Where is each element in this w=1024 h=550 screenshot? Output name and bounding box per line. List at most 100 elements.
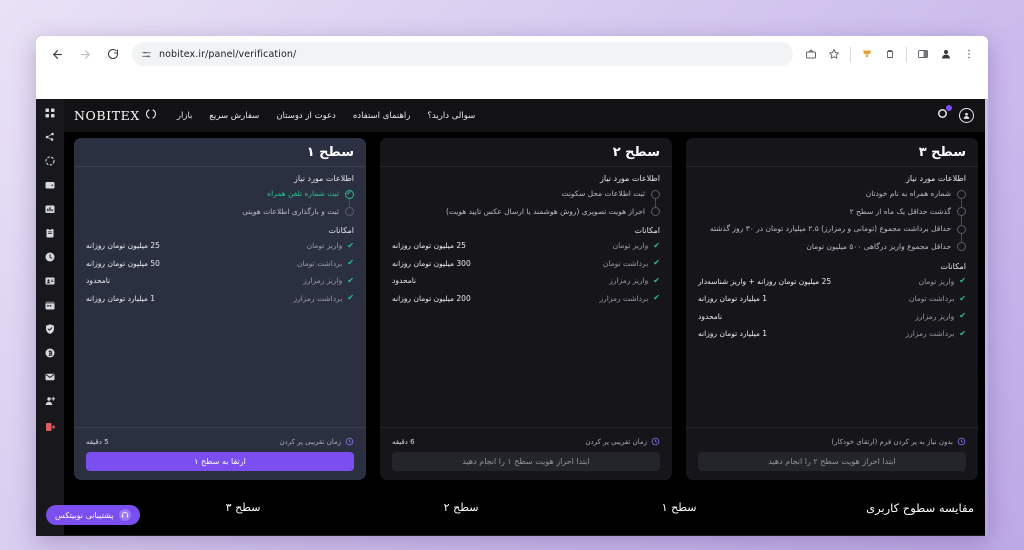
extension-icon[interactable] <box>879 43 901 65</box>
forward-button[interactable] <box>72 41 98 67</box>
tune-icon[interactable] <box>141 49 152 60</box>
requirements-list-2: ثبت اطلاعات محل سکونت احراز هویت تصویری … <box>392 188 660 217</box>
time-label: زمان تقریبی پر کردن <box>279 437 341 446</box>
circle-pending-icon <box>344 207 354 217</box>
level-1-upgrade-button[interactable]: ارتقا به سطح ۱ <box>86 452 354 471</box>
level-3-cta-button[interactable]: ابتدا احراز هویت سطح ۲ را انجام دهید <box>698 452 966 471</box>
nav-link-invite[interactable]: دعوت از دوستان <box>276 111 336 121</box>
envelope-icon[interactable] <box>40 367 60 387</box>
side-panel-icon[interactable] <box>912 43 934 65</box>
level-2-cta-button[interactable]: ابتدا احراز هویت سطح ۱ را انجام دهید <box>392 452 660 471</box>
chrome-menu-icon[interactable] <box>958 43 980 65</box>
address-bar[interactable]: nobitex.ir/panel/verification/ <box>132 42 793 66</box>
notification-icon[interactable] <box>935 104 953 125</box>
circle-pending-icon <box>956 207 966 217</box>
url-text: nobitex.ir/panel/verification/ <box>159 48 297 60</box>
feature-name-wrap: ✔ واریز تومان <box>919 277 966 286</box>
browser-window: nobitex.ir/panel/verification/ سوالی دار… <box>36 36 988 536</box>
feature-value: نامحدود <box>86 276 111 286</box>
profile-icon[interactable] <box>935 43 957 65</box>
circle-pending-icon <box>956 242 966 252</box>
time-value: بدون نیاز به پر کردن فرم (ارتقای خودکار) <box>831 437 953 446</box>
bitcoin-coin-icon[interactable] <box>40 343 60 363</box>
level-card-2-title: سطح ۲ <box>612 145 660 160</box>
requirement-item: ثبت اطلاعات محل سکونت <box>392 188 660 200</box>
circle-dashed-icon[interactable] <box>40 151 60 171</box>
feature-row: ✔ برداشت تومان 300 میلیون تومان روزانه <box>392 259 660 268</box>
feature-name-wrap: ✔ واریز تومان <box>307 241 354 250</box>
level-card-1-title: سطح ۱ <box>306 145 354 160</box>
user-circle-icon[interactable] <box>959 108 974 123</box>
check-icon: ✔ <box>653 293 660 303</box>
tab-level-1[interactable]: سطح ۱ <box>570 501 788 514</box>
time-label-wrap: زمان تقریبی پر کردن <box>279 437 354 446</box>
reload-button[interactable] <box>100 41 126 67</box>
time-row-2: زمان تقریبی پر کردن 6 دقیقه <box>392 437 660 446</box>
brand-logo[interactable]: NOBITEX <box>74 108 157 123</box>
feature-row: ✔ برداشت تومان 50 میلیون تومان روزانه <box>86 259 354 268</box>
time-value: 6 دقیقه <box>392 437 415 446</box>
time-label: زمان تقریبی پر کردن <box>585 437 647 446</box>
check-icon: ✔ <box>347 258 354 268</box>
feature-value: نامحدود <box>392 276 417 286</box>
tab-level-2[interactable]: سطح ۲ <box>352 501 570 514</box>
calendar-icon[interactable] <box>40 295 60 315</box>
shield-check-icon[interactable] <box>40 319 60 339</box>
nav-link-guide[interactable]: راهنمای استفاده <box>353 111 411 121</box>
id-card-icon[interactable] <box>40 271 60 291</box>
nav-link-quick-order[interactable]: سفارش سریع <box>209 111 259 121</box>
nav-link-support[interactable]: سوالی دارید؟ <box>427 111 475 121</box>
history-clock-icon[interactable] <box>40 247 60 267</box>
dashboard-grid-icon[interactable] <box>40 103 60 123</box>
clock-icon <box>651 437 660 446</box>
nav-link-market[interactable]: بازار <box>177 111 193 121</box>
navbar-links: سوالی دارید؟ راهنمای استفاده دعوت از دوس… <box>177 111 475 121</box>
app-content: سوالی دارید؟ راهنمای استفاده دعوت از دوس… <box>64 99 988 536</box>
level-card-1-footer: زمان تقریبی پر کردن 5 دقیقه ارتقا به سطح… <box>74 427 366 480</box>
feature-name: برداشت تومان <box>908 294 955 303</box>
add-user-icon[interactable] <box>40 391 60 411</box>
feature-row: ✔ برداشت رمزارز 200 میلیون تومان روزانه <box>392 294 660 303</box>
toolbar-divider <box>850 46 851 62</box>
requirement-text: ثبت شماره تلفن همراه <box>267 189 339 198</box>
feature-value: 25 میلیون تومان روزانه + واریز شناسه‌دار <box>698 276 832 286</box>
network-share-icon[interactable] <box>40 127 60 147</box>
bookmark-star-icon[interactable] <box>823 43 845 65</box>
logout-icon[interactable] <box>40 417 60 437</box>
level-card-3-body: اطلاعات مورد نیاز شماره همراه به نام خود… <box>686 167 978 427</box>
requirement-item: احراز هویت تصویری (روش هوشمند یا ارسال ع… <box>392 206 660 218</box>
time-value: 5 دقیقه <box>86 437 109 446</box>
share-icon[interactable] <box>800 43 822 65</box>
level-card-2: سطح ۲ اطلاعات مورد نیاز ثبت اطلاعات محل … <box>380 138 672 480</box>
feature-value: 50 میلیون تومان روزانه <box>86 258 160 268</box>
clock-icon <box>345 437 354 446</box>
levels-cards-row: سطح ۳ اطلاعات مورد نیاز شماره همراه به ن… <box>64 132 988 480</box>
bar-chart-icon[interactable] <box>40 199 60 219</box>
feature-row: ✔ واریز تومان 25 میلیون تومان روزانه <box>392 241 660 250</box>
feature-name: واریز تومان <box>306 241 343 251</box>
extension-puzzle-icon[interactable] <box>856 43 878 65</box>
side-rail <box>36 99 64 536</box>
clipboard-icon[interactable] <box>40 223 60 243</box>
comparison-tabs: سطح ۱ سطح ۲ سطح ۳ <box>134 501 788 514</box>
requirements-list-3: شماره همراه به نام خودتان گذشت حداقل یک … <box>698 188 966 253</box>
feature-name: واریز تومان <box>918 276 955 286</box>
feature-name-wrap: ✔ برداشت رمزارز <box>294 294 355 303</box>
check-icon: ✔ <box>653 240 660 250</box>
requirement-item: شماره همراه به نام خودتان <box>698 188 966 200</box>
requirement-text: حداقل برداشت مجموع (تومانی و رمزارز) ۲.۵… <box>709 224 951 234</box>
feature-row: ✔ واریز رمزارز نامحدود <box>86 276 354 285</box>
wallet-icon[interactable] <box>40 175 60 195</box>
level-card-3-footer: بدون نیاز به پر کردن فرم (ارتقای خودکار)… <box>686 427 978 480</box>
support-chat-button[interactable]: پشتیبانی نوبیتکس <box>46 505 140 525</box>
requirements-label-1: اطلاعات مورد نیاز <box>294 174 354 183</box>
check-icon: ✔ <box>959 293 966 303</box>
page-edge-strip <box>985 99 988 536</box>
requirement-item: ثبت و بارگذاری اطلاعات هویتی <box>86 206 354 218</box>
feature-name: برداشت تومان <box>602 258 649 268</box>
tab-level-3[interactable]: سطح ۳ <box>134 501 352 514</box>
clock-icon <box>957 437 966 446</box>
back-button[interactable] <box>44 41 70 67</box>
feature-name-wrap: ✔ برداشت رمزارز <box>906 329 967 338</box>
level-card-2-footer: زمان تقریبی پر کردن 6 دقیقه ابتدا احراز … <box>380 427 672 480</box>
